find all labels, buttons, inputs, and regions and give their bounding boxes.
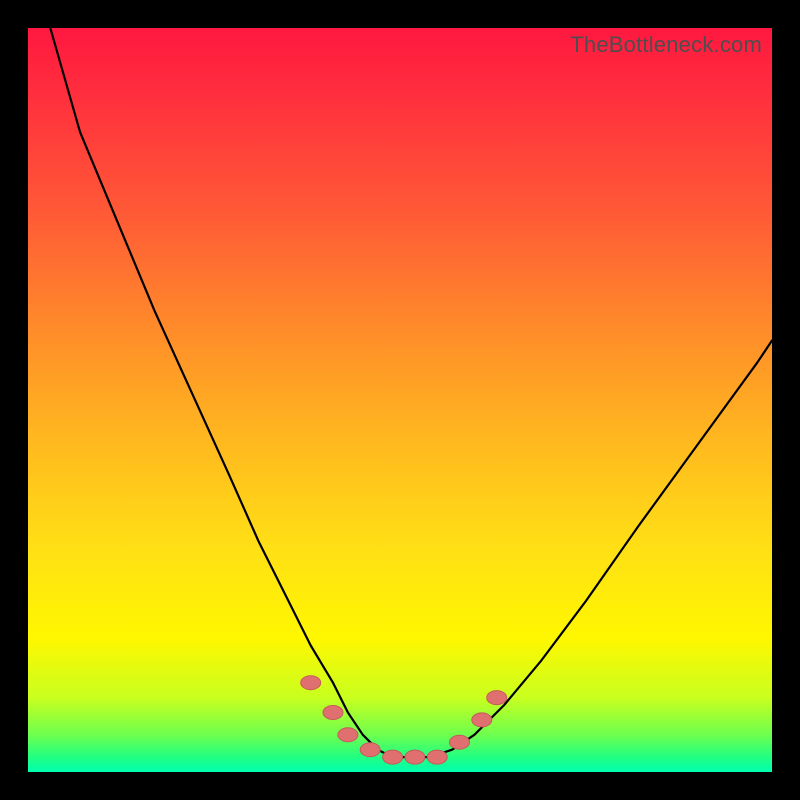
curve-dot	[427, 750, 447, 764]
chart-frame: TheBottleneck.com	[0, 0, 800, 800]
bottleneck-curve	[28, 0, 772, 757]
curve-dot	[383, 750, 403, 764]
curve-dot	[450, 735, 470, 749]
chart-plot-area: TheBottleneck.com	[28, 28, 772, 772]
curve-dot	[301, 676, 321, 690]
curve-dot	[487, 691, 507, 705]
curve-dot	[338, 728, 358, 742]
curve-dot	[323, 706, 343, 720]
curve-dots	[301, 676, 507, 764]
curve-dot	[472, 713, 492, 727]
chart-svg	[28, 28, 772, 772]
curve-dot	[360, 743, 380, 757]
curve-dot	[405, 750, 425, 764]
